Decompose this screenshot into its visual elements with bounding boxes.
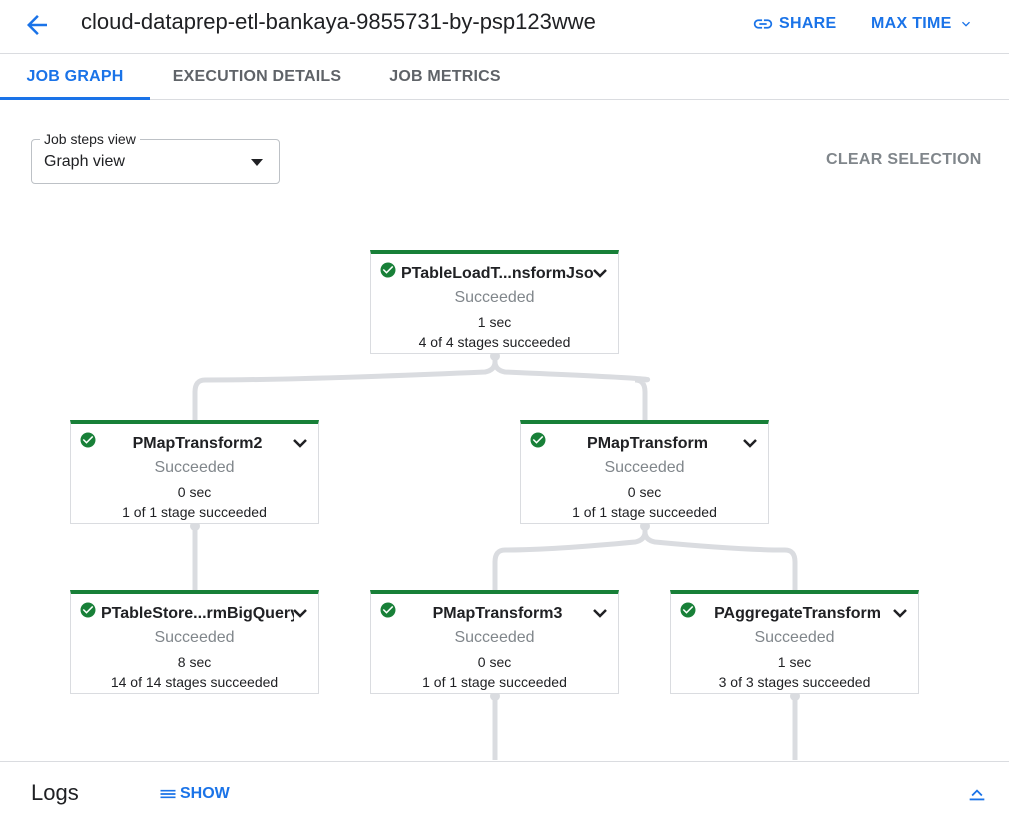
node-status: Succeeded [154,629,235,646]
clear-selection-button[interactable]: CLEAR SELECTION [826,151,982,169]
check-circle-icon [380,262,396,278]
chevron-down-icon[interactable] [742,438,758,450]
node-status: Succeeded [154,459,235,476]
tab-execution-details[interactable]: EXECUTION DETAILS [165,54,349,100]
node-status: Succeeded [454,629,535,646]
check-circle-icon [80,432,96,448]
edge-pmaptransform-to-paggregate [642,521,798,595]
node-name: PTableStore...rmBigQuery [101,605,294,622]
back-button[interactable] [22,10,52,40]
node-duration: 1 sec [477,314,512,330]
job-title: cloud-dataprep-etl-bankaya-9855731-by-ps… [81,9,596,34]
node-status: Succeeded [454,289,535,306]
dropdown-arrow-icon [251,159,263,166]
graph-node[interactable]: PMapTransform2 Succeeded 0 sec 1 of 1 stage… [70,420,319,524]
node-stages: 1 of 1 stage succeeded [122,504,267,520]
chevron-down-icon[interactable] [592,268,608,280]
node-duration: 1 sec [777,654,812,670]
list-icon [160,789,176,799]
share-button[interactable]: SHARE [752,13,837,35]
show-logs-button[interactable]: SHOW [158,784,230,804]
tab-job-graph[interactable]: JOB GRAPH [0,54,150,100]
chevron-down-icon[interactable] [292,608,308,620]
graph-node[interactable]: PAggregateTransform Succeeded 1 sec 3 of 3 … [670,590,919,694]
edge-pmaptransform-to-pmaptransform3 [492,521,648,595]
time-range-label: MAX TIME [871,15,952,32]
time-range-dropdown[interactable]: MAX TIME [871,13,974,35]
node-stages: 1 of 1 stage succeeded [422,674,567,690]
active-tab-indicator [0,97,150,100]
chevron-down-icon[interactable] [292,438,308,450]
node-stages: 1 of 1 stage succeeded [572,504,717,520]
node-name: PMapTransform [587,435,708,452]
node-duration: 8 sec [177,654,212,670]
chevron-down-icon[interactable] [592,608,608,620]
graph-node[interactable]: PTableStore...rmBigQuery Succeeded 8 sec 14… [70,590,319,694]
node-duration: 0 sec [627,484,662,500]
graph-node[interactable]: PTableLoadT...nsformJson Succeeded 1 sec 4 … [370,250,619,354]
app-header: cloud-dataprep-etl-bankaya-9855731-by-ps… [0,0,1009,54]
node-stages: 4 of 4 stages succeeded [418,334,571,350]
check-circle-icon [680,602,696,618]
expand-logs-button[interactable] [966,782,988,804]
check-circle-icon [530,432,546,448]
tab-bar: JOB GRAPH EXECUTION DETAILS JOB METRICS [0,54,1009,100]
tab-job-metrics[interactable]: JOB METRICS [380,54,510,100]
job-steps-view-select[interactable]: Job steps view Graph view [31,131,280,184]
node-status: Succeeded [754,629,835,646]
expand-less-icon [969,789,985,801]
node-name: PMapTransform2 [132,435,263,452]
node-duration: 0 sec [177,484,212,500]
node-stages: 3 of 3 stages succeeded [718,674,871,690]
chevron-down-icon [961,21,970,27]
node-duration: 0 sec [477,654,512,670]
chevron-down-icon[interactable] [892,608,908,620]
job-steps-view-value: Graph view [44,153,125,170]
node-name: PMapTransform3 [432,605,563,622]
job-steps-view-label: Job steps view [40,131,140,147]
edge-root-to-pmaptransform [492,351,650,425]
node-name: PTableLoadT...nsformJson [401,265,594,282]
job-graph-canvas: PTableLoadT...nsformJson Succeeded 1 sec 4 … [0,200,995,760]
edge-root-to-pmaptransform2 [192,351,498,425]
graph-node[interactable]: PMapTransform3 Succeeded 0 sec 1 of 1 stage… [370,590,619,694]
graph-node[interactable]: PMapTransform Succeeded 0 sec 1 of 1 stage … [520,420,769,524]
node-name: PAggregateTransform [714,605,881,622]
link-icon [753,19,773,29]
logs-panel: Logs SHOW [0,761,1009,821]
logs-title: Logs [31,780,79,805]
check-circle-icon [380,602,396,618]
share-label: SHARE [779,15,837,32]
check-circle-icon [80,602,96,618]
back-arrow-icon [27,15,47,35]
node-status: Succeeded [604,459,685,476]
show-logs-label: SHOW [180,785,230,802]
node-stages: 14 of 14 stages succeeded [110,674,279,690]
